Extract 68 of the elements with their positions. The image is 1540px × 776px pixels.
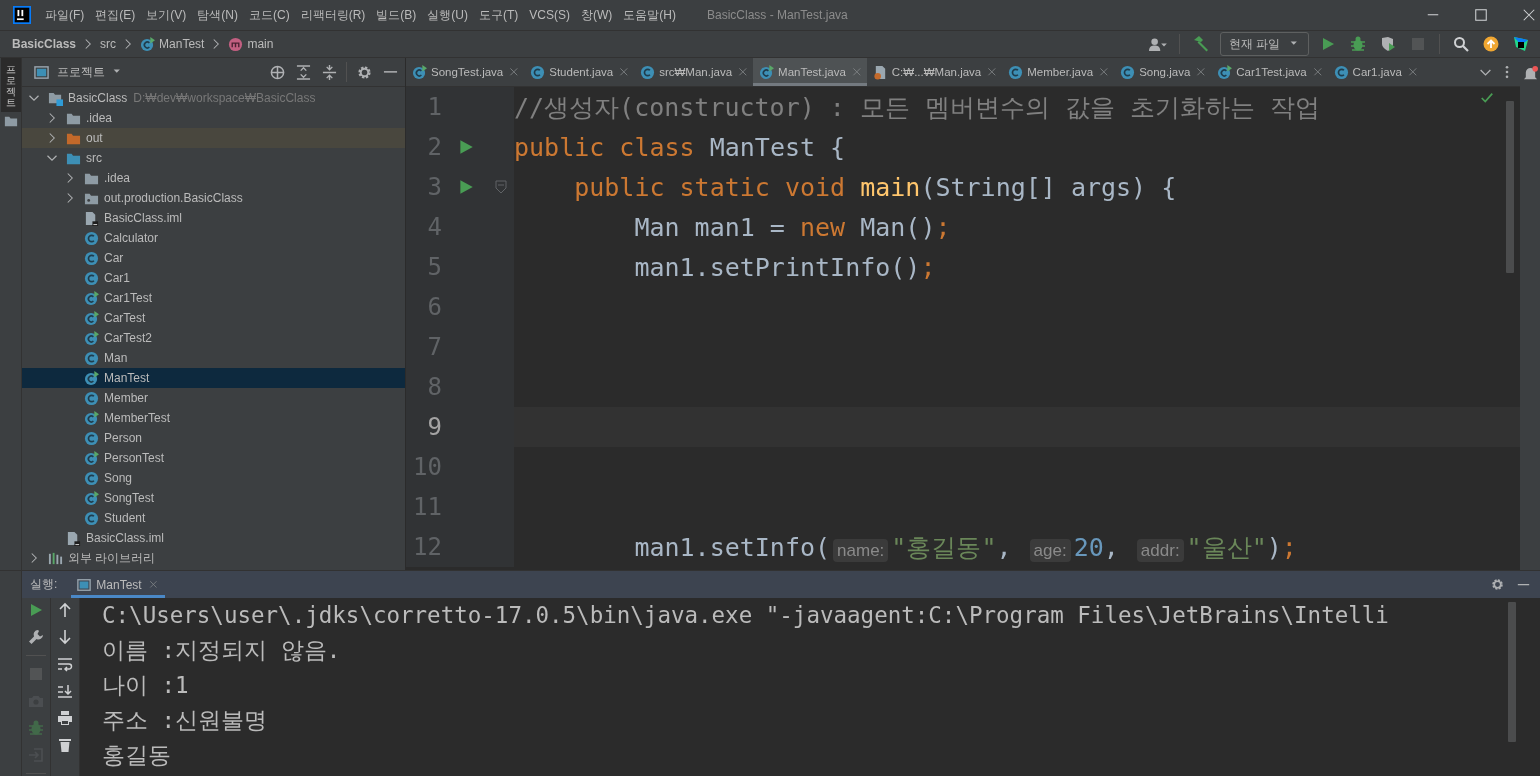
output-line: C:\Users\user\.jdks\corretto-17.0.5\bin\java.exe "-javaagent:C:\Program Files\JetBrains\Intelli <box>102 601 1390 630</box>
menu-item[interactable]: 도구(T) <box>479 6 519 24</box>
tree-item[interactable]: BasicClass.iml <box>22 208 405 228</box>
project-path: D:₩dev₩workspace₩BasicClass <box>133 91 316 105</box>
line-number: 9 <box>426 413 442 441</box>
tree-item[interactable]: Car1 <box>22 268 405 288</box>
tree-item[interactable]: Student <box>22 508 405 528</box>
tree-item[interactable]: CarTest2 <box>22 328 405 348</box>
tree-item[interactable]: Person <box>22 428 405 448</box>
tree-item[interactable]: 외부 라이브러리 <box>22 548 405 568</box>
menu-item[interactable]: 리팩터링(R) <box>300 6 366 24</box>
tree-item[interactable]: Car1Test <box>22 288 405 308</box>
window-title: BasicClass - ManTest.java <box>707 8 848 22</box>
editor-tab[interactable]: SongTest.java <box>406 58 525 86</box>
code-line: Man man1 = new Man(); <box>633 212 951 242</box>
code-line: man1.setInfo( name: "홍길동", age: 20, addr: "울산"); <box>633 532 1297 562</box>
tree-item[interactable]: Car <box>22 248 405 268</box>
menu-item[interactable]: 도움말(H) <box>623 6 676 24</box>
breadcrumb-item[interactable]: main <box>247 37 274 51</box>
editor-tab[interactable]: C:₩...₩Man.java <box>866 58 1003 86</box>
menu-item[interactable]: 코드(C) <box>249 6 290 24</box>
tree-item[interactable]: PersonTest <box>22 448 405 468</box>
tree-item[interactable]: CarTest <box>22 308 405 328</box>
breadcrumb-item[interactable]: ManTest <box>159 37 205 51</box>
tree-item[interactable]: Song <box>22 468 405 488</box>
code-line: public class ManTest { <box>514 132 846 162</box>
tree-item[interactable]: src <box>22 148 405 168</box>
menu-item[interactable]: 파일(F) <box>45 6 85 24</box>
editor-tab[interactable]: src₩Man.java <box>634 58 754 86</box>
code-line: public static void main(String[] args) { <box>573 172 1177 202</box>
tree-item[interactable]: BasicClass.iml <box>22 528 405 548</box>
tree-item[interactable]: Man <box>22 348 405 368</box>
editor-tab[interactable]: Student.java <box>524 58 635 86</box>
code-line: //생성자(constructor) : 모든 멤버변수의 값을 초기화하는 작업 <box>514 92 1321 122</box>
tree-item[interactable]: out <box>22 128 405 148</box>
tree-item[interactable]: BasicClass D:₩dev₩workspace₩BasicClass <box>22 88 405 108</box>
menu-item[interactable]: 탐색(N) <box>197 6 238 24</box>
menu-item[interactable]: 편집(E) <box>95 6 136 24</box>
tree-item[interactable]: Calculator <box>22 228 405 248</box>
menu-item[interactable]: 빌드(B) <box>376 6 417 24</box>
output-line: 홍길동 <box>102 741 172 770</box>
run-tab[interactable]: ManTest <box>71 571 165 598</box>
tree-item[interactable]: out.production.BasicClass <box>22 188 405 208</box>
editor-tab[interactable]: Song.java <box>1114 58 1212 86</box>
breadcrumb-item[interactable]: src <box>100 37 117 51</box>
output-line: 이름 :지정되지 않음. <box>102 636 342 665</box>
view-selector-dropdown[interactable]: 프로젝트 <box>34 63 123 81</box>
tree-item[interactable]: MemberTest <box>22 408 405 428</box>
output-line: 주소 :신원불명 <box>102 706 269 735</box>
menu-item[interactable]: 창(W) <box>581 6 613 24</box>
tree-item[interactable]: ManTest <box>22 368 405 388</box>
tree-item[interactable]: .idea <box>22 108 405 128</box>
menu-item[interactable]: 보기(V) <box>146 6 187 24</box>
tree-item[interactable]: SongTest <box>22 488 405 508</box>
breadcrumb-item[interactable]: BasicClass <box>12 37 77 51</box>
menu-item[interactable]: 실행(U) <box>427 6 468 24</box>
tree-item[interactable]: Member <box>22 388 405 408</box>
output-line: 나이 :1 <box>102 671 190 700</box>
run-config-dropdown[interactable]: 현재 파일 <box>1219 32 1309 56</box>
editor-tab[interactable]: Car1Test.java <box>1211 58 1328 86</box>
menu-item[interactable]: VCS(S) <box>529 8 570 22</box>
run-panel-label: 실행: <box>30 576 58 593</box>
code-line: man1.setPrintInfo(); <box>633 252 936 282</box>
tree-item[interactable]: .idea <box>22 168 405 188</box>
project-tool-tab[interactable]: 프로젝트 <box>0 58 21 112</box>
editor-tab[interactable]: Member.java <box>1002 58 1115 86</box>
editor-tab[interactable]: ManTest.java <box>753 58 867 86</box>
editor-tab[interactable]: Car1.java <box>1327 58 1423 86</box>
